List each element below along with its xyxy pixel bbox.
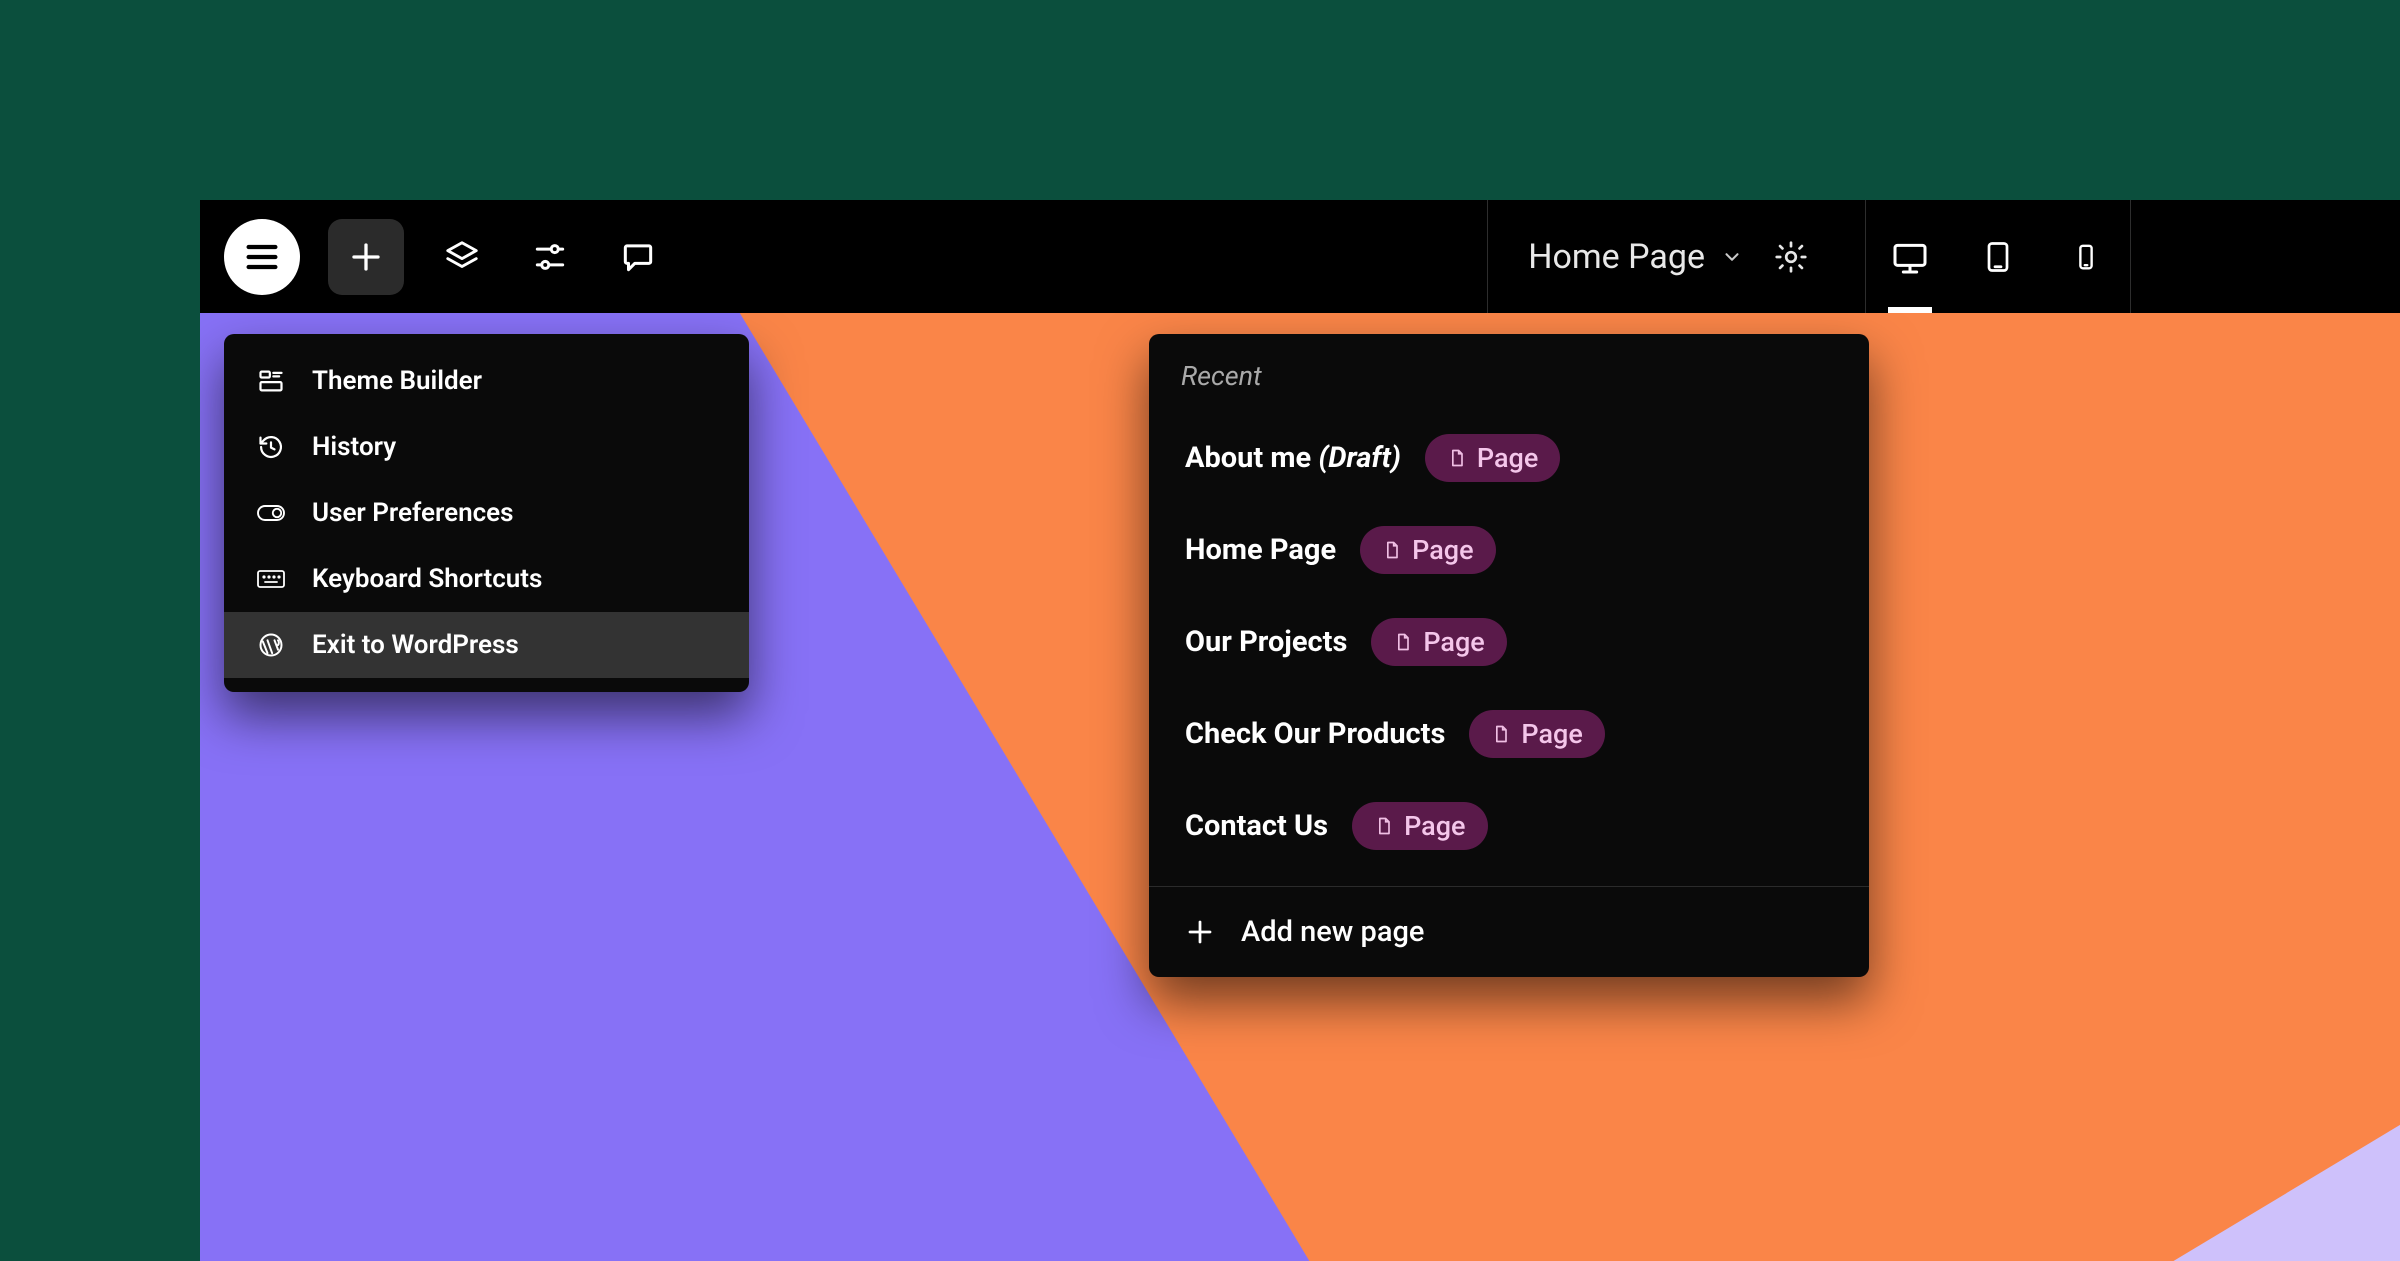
page-badge-label: Page <box>1477 442 1538 474</box>
page-badge-label: Page <box>1521 718 1582 750</box>
page-badge: Page <box>1360 526 1495 574</box>
device-tablet-button[interactable] <box>1954 200 2042 313</box>
layers-button[interactable] <box>432 227 492 287</box>
chevron-down-icon <box>1721 246 1743 268</box>
page-badge: Page <box>1469 710 1604 758</box>
menu-item-label: User Preferences <box>312 498 514 528</box>
recent-item-home-page[interactable]: Home Page Page <box>1149 504 1869 596</box>
topbar: Home Page <box>200 200 2400 313</box>
page-selector[interactable]: Home Page <box>1487 200 1865 313</box>
menu-item-label: Exit to WordPress <box>312 630 519 660</box>
recent-item-title: Check Our Products <box>1185 717 1445 751</box>
topbar-end-spacer <box>2130 200 2400 313</box>
menu-item-label: Theme Builder <box>312 366 482 396</box>
main-menu-button[interactable] <box>224 219 300 295</box>
page-settings-button[interactable] <box>1759 239 1829 275</box>
hamburger-icon <box>242 237 282 277</box>
editor-window: Home Page <box>200 200 2400 1261</box>
layers-icon <box>443 238 481 276</box>
main-menu-dropdown: Theme Builder History User Preferences <box>224 334 749 692</box>
menu-item-label: Keyboard Shortcuts <box>312 564 542 594</box>
page-icon <box>1447 446 1467 470</box>
settings-sliders-button[interactable] <box>520 227 580 287</box>
mobile-icon <box>2071 237 2101 277</box>
recent-list: About me (Draft) Page Home Page <box>1149 404 1869 886</box>
menu-item-label: History <box>312 432 396 462</box>
menu-item-user-preferences[interactable]: User Preferences <box>224 480 749 546</box>
recent-item-title-text: About me <box>1185 441 1311 475</box>
recent-item-title: Contact Us <box>1185 809 1328 843</box>
recent-item-our-projects[interactable]: Our Projects Page <box>1149 596 1869 688</box>
tablet-icon <box>1980 237 2016 277</box>
page-badge: Page <box>1425 434 1560 482</box>
chat-icon <box>619 238 657 276</box>
menu-item-history[interactable]: History <box>224 414 749 480</box>
recent-pages-dropdown: Recent About me (Draft) Page <box>1149 334 1869 977</box>
page-badge-label: Page <box>1412 534 1473 566</box>
page-icon <box>1491 722 1511 746</box>
keyboard-icon <box>256 564 286 594</box>
menu-item-exit-wordpress[interactable]: Exit to WordPress <box>224 612 749 678</box>
page-icon <box>1374 814 1394 838</box>
add-element-button[interactable] <box>328 219 404 295</box>
desktop-icon <box>1890 237 1930 277</box>
device-desktop-button[interactable] <box>1866 200 1954 313</box>
comments-button[interactable] <box>608 227 668 287</box>
recent-item-check-products[interactable]: Check Our Products Page <box>1149 688 1869 780</box>
page-icon <box>1382 538 1402 562</box>
recent-item-title: About me (Draft) <box>1185 441 1401 475</box>
recent-item-suffix: (Draft) <box>1318 441 1400 475</box>
plus-icon <box>348 239 384 275</box>
page-icon <box>1393 630 1413 654</box>
device-mobile-button[interactable] <box>2042 200 2130 313</box>
sliders-icon <box>531 238 569 276</box>
menu-item-theme-builder[interactable]: Theme Builder <box>224 348 749 414</box>
toggle-icon <box>256 498 286 528</box>
recent-header: Recent <box>1149 334 1869 404</box>
device-switcher <box>1865 200 2130 313</box>
recent-item-title: Our Projects <box>1185 625 1347 659</box>
page-badge-label: Page <box>1423 626 1484 658</box>
topbar-left <box>200 200 668 313</box>
page-badge: Page <box>1371 618 1506 666</box>
topbar-spacer <box>668 200 1487 313</box>
recent-item-about-me[interactable]: About me (Draft) Page <box>1149 412 1869 504</box>
add-new-page-label: Add new page <box>1241 915 1424 949</box>
gear-icon <box>1773 239 1809 275</box>
wordpress-icon <box>256 630 286 660</box>
theme-builder-icon <box>256 366 286 396</box>
recent-item-title: Home Page <box>1185 533 1336 567</box>
current-page-title: Home Page <box>1528 237 1705 277</box>
add-new-page-button[interactable]: Add new page <box>1149 886 1869 977</box>
page-badge-label: Page <box>1404 810 1465 842</box>
recent-item-contact-us[interactable]: Contact Us Page <box>1149 780 1869 872</box>
plus-icon <box>1185 917 1215 947</box>
menu-item-keyboard-shortcuts[interactable]: Keyboard Shortcuts <box>224 546 749 612</box>
page-badge: Page <box>1352 802 1487 850</box>
history-icon <box>256 432 286 462</box>
